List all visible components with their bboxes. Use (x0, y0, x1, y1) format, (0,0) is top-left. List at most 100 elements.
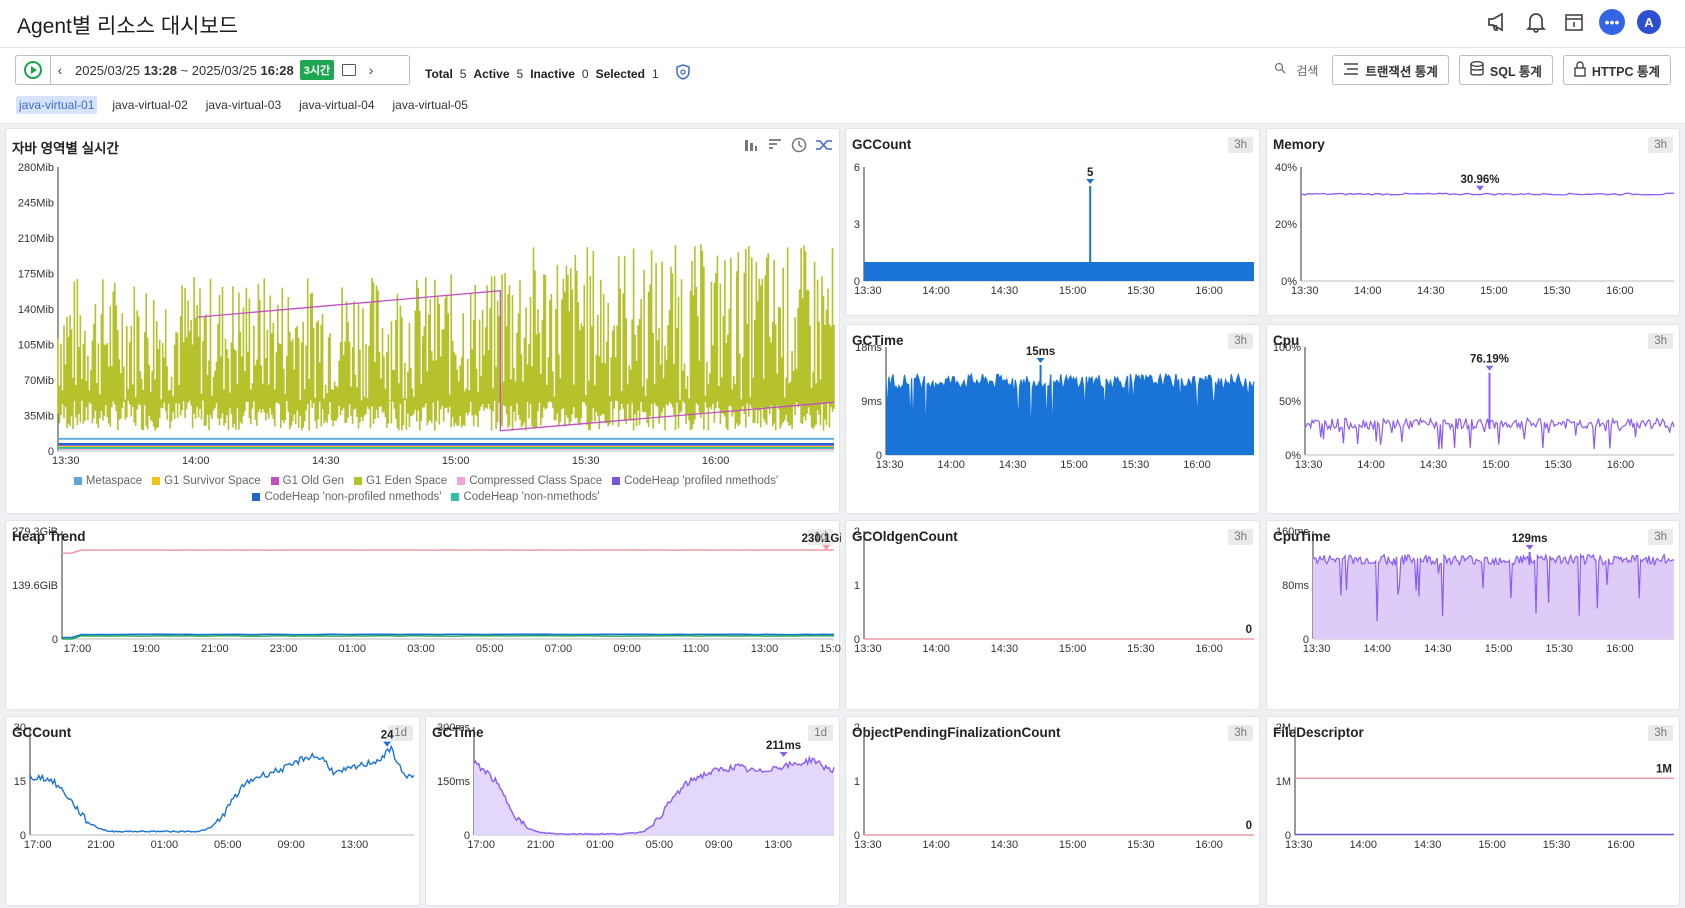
x-tick-label: 14:00 (922, 839, 950, 851)
x-tick-label: 15:00 (442, 455, 470, 467)
x-tick-label: 14:30 (1414, 839, 1442, 851)
x-tick-label: 01:00 (151, 839, 179, 851)
legend-label: Compressed Class Space (469, 475, 603, 487)
y-tick-label: 30 (14, 722, 26, 734)
megaphone-icon[interactable] (1485, 9, 1511, 35)
gctime-3h-chart: 09ms18ms13:30 14:00 14:30 15:00 15:30 16:0015… (855, 342, 1255, 471)
range-badge[interactable]: 3시간 (299, 60, 335, 80)
agent-tab-java-virtual-01[interactable]: java-virtual-01 (16, 96, 98, 114)
y-tick-label: 3 (854, 219, 860, 231)
memory-chart: 0%20%40%13:30 14:00 14:30 15:00 15:30 16:0030… (1275, 162, 1675, 297)
y-tick-label: 70Mib (24, 375, 54, 387)
time-range-picker[interactable]: ‹ 2025/03/25 13:28 ~ 2025/03/25 16:28 3시… (15, 55, 410, 85)
count-value-total: 5 (459, 66, 467, 81)
x-tick-label: 16:00 (702, 455, 730, 467)
calendar-small-icon[interactable] (342, 64, 357, 76)
legend-label: G1 Old Gen (282, 475, 344, 487)
peak-label: 230.1GiB (802, 533, 841, 545)
legend-item[interactable]: G1 Eden Space (354, 475, 447, 487)
sql-stats-label: SQL 통계 (1489, 64, 1542, 79)
legend-item[interactable]: G1 Old Gen (270, 475, 344, 487)
x-tick-label: 13:30 (1303, 643, 1331, 655)
x-tick-label: 05:00 (646, 839, 674, 851)
x-tick-label: 14:00 (1363, 643, 1391, 655)
agent-tab-java-virtual-02[interactable]: java-virtual-02 (109, 96, 190, 114)
gcoldgencount-chart: 01213:30 14:00 14:30 15:00 15:30 16:000 (854, 526, 1254, 655)
bell-icon[interactable] (1523, 9, 1549, 35)
x-tick-label: 15:00 (1059, 285, 1087, 297)
cpu-panel: Cpu 3h 0% 50% 100% 13:30 14:00 14:30 15:00 15:3… (1266, 324, 1680, 514)
httpc-stats-button[interactable]: HTTPC 통계 (1562, 55, 1671, 85)
legend-swatch (152, 477, 161, 485)
x-tick-label: 21:00 (87, 839, 115, 851)
agent-tab-java-virtual-03[interactable]: java-virtual-03 (203, 96, 284, 114)
x-tick-label: 15:00 (1059, 643, 1087, 655)
transaction-stats-button[interactable]: 트랜잭션 통계 (1332, 55, 1449, 85)
x-tick-label: 15:00 (1478, 839, 1506, 851)
y-tick-label: 139.6GiB (12, 580, 58, 592)
y-tick-label: 100% (1273, 342, 1301, 354)
x-tick-label: 17:00 (24, 839, 52, 851)
end-value-label: 1M (1656, 763, 1672, 775)
y-tick-label: 40% (1275, 162, 1297, 174)
peak-label: 76.19% (1470, 354, 1509, 366)
gccount-3h-panel: GCCount 3h 0 3 6 13:30 14:00 14:30 15:00 15:30 1… (845, 128, 1260, 316)
x-tick-label: 16:00 (1606, 643, 1634, 655)
y-tick-label: 6 (854, 162, 860, 174)
y-tick-label: 105Mib (18, 340, 54, 352)
legend-item[interactable]: CodeHeap 'non-nmethods' (451, 491, 600, 503)
count-label-inactive: Inactive (530, 66, 575, 81)
count-value-selected: 1 (651, 66, 659, 81)
x-tick-label: 16:00 (1195, 643, 1223, 655)
peak-marker (1525, 544, 1534, 550)
calendar-icon[interactable] (1561, 9, 1587, 35)
y-tick-label: 150ms (437, 776, 471, 788)
legend-swatch (270, 477, 279, 485)
x-tick-label: 05:00 (214, 839, 242, 851)
legend-item[interactable]: G1 Survivor Space (152, 475, 261, 487)
play-icon[interactable] (24, 61, 42, 79)
start-time: 13:28 (143, 62, 177, 78)
end-value-label: 0 (1246, 820, 1252, 832)
cpu-chart: 0%50%100%13:30 14:00 14:30 15:00 15:30 16:007… (1273, 342, 1675, 471)
y-tick-label: 245Mib (18, 198, 54, 210)
x-tick-label: 15:30 (1127, 839, 1155, 851)
y-tick-label: 140Mib (18, 304, 54, 316)
x-tick-label: 01:00 (339, 643, 367, 655)
agent-tab-java-virtual-05[interactable]: java-virtual-05 (390, 96, 471, 114)
avatar[interactable]: A (1637, 10, 1661, 34)
chevron-left-icon[interactable]: ‹ (51, 62, 69, 78)
end-time: 16:28 (260, 62, 294, 78)
shield-settings-icon[interactable] (675, 64, 690, 83)
agent-tab-java-virtual-04[interactable]: java-virtual-04 (296, 96, 377, 114)
chevron-right-icon[interactable]: › (362, 62, 380, 78)
peak-marker (779, 752, 788, 758)
x-tick-label: 15:00 (1060, 459, 1088, 471)
y-tick-label: 300ms (437, 722, 471, 734)
legend-item[interactable]: Compressed Class Space (457, 475, 602, 487)
chat-icon[interactable]: ••• (1599, 9, 1625, 35)
y-tick-label: 35Mib (24, 411, 54, 423)
search-icon[interactable] (1274, 61, 1286, 79)
y-tick-label: 1 (854, 776, 860, 788)
eden-series (57, 244, 835, 431)
legend-swatch (354, 477, 362, 485)
x-tick-label: 14:30 (1417, 285, 1445, 297)
legend-item[interactable]: Metaspace (73, 475, 142, 487)
x-tick-label: 16:00 (1607, 459, 1635, 471)
peak-label: 211ms (766, 740, 801, 752)
legend-swatch (612, 477, 621, 485)
count-label-total: Total (425, 66, 453, 81)
legend-item[interactable]: CodeHeap 'non-profiled nmethods' (252, 491, 441, 503)
legend-item[interactable]: CodeHeap 'profiled nmethods' (612, 475, 778, 487)
peak-label: 5 (1087, 167, 1094, 179)
gccount-1d-panel: GCCount 1d 0 15 30 17:00 21:00 01:00 05:00 09:0… (5, 716, 420, 906)
filedescriptor-chart: 01M2M13:30 14:00 14:30 15:00 15:30 16:001M (1276, 722, 1674, 851)
gcoldgencount-panel: GCOldgenCount 3h 0 1 2 13:30 14:00 14:30 15:00… (845, 520, 1260, 710)
heap-trend-panel: Heap Trend 1d 0 139.6GiB 279.3GiB 17:00 19:0… (5, 520, 841, 710)
gccount-1d-chart: 0153017:00 21:00 01:00 05:00 09:00 13:0024 (14, 722, 415, 851)
peak-marker (1476, 185, 1485, 191)
x-tick-label: 15:30 (1543, 285, 1571, 297)
search-label[interactable]: 검색 (1296, 62, 1318, 79)
sql-stats-button[interactable]: SQL 통계 (1458, 55, 1553, 85)
